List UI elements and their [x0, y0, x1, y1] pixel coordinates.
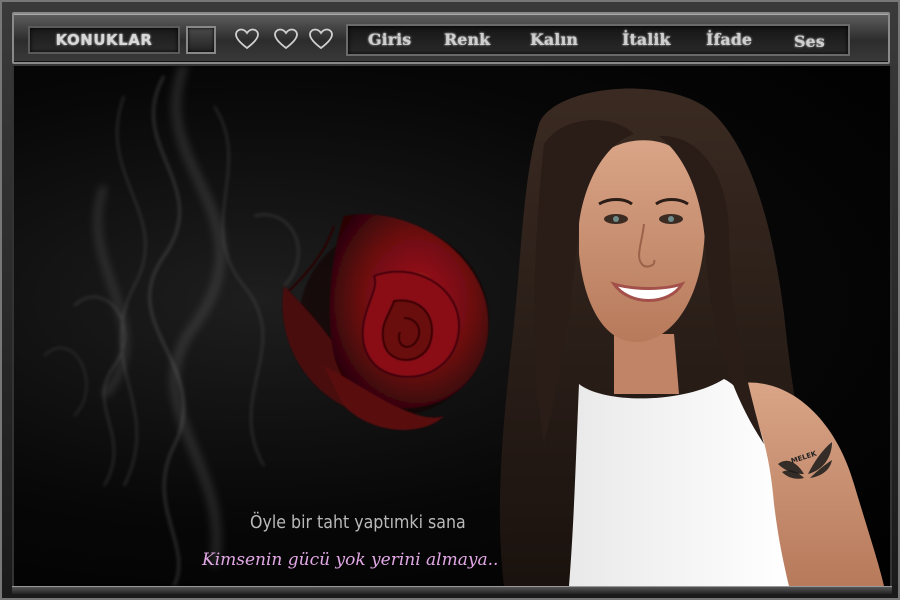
nav-item-italik[interactable]: İtalik: [622, 30, 670, 52]
watermark-text: MELEK: [790, 449, 818, 465]
heart-icon[interactable]: [308, 27, 334, 51]
nav-item-renk[interactable]: Renk: [444, 30, 490, 52]
nav-item-kalin[interactable]: Kalın: [530, 30, 578, 52]
nav-item-ses[interactable]: Ses: [794, 32, 825, 54]
page-title-text: KONUKLAR: [55, 31, 153, 49]
caption-line-2: Kimsenin gücü yok yerini almaya..: [202, 550, 499, 570]
nav-menu: Giris Renk Kalın İtalik İfade Ses: [346, 24, 850, 56]
main-stage: Öyle bir taht yaptımki sana Kimsenin güc…: [12, 66, 892, 586]
square-button[interactable]: [186, 26, 216, 54]
heart-icon[interactable]: [273, 27, 299, 51]
window-frame: KONUKLAR Giris Renk Kalın İtalik İfade S…: [0, 0, 900, 600]
wings-watermark-icon: MELEK: [778, 442, 832, 479]
page-title: KONUKLAR: [28, 26, 180, 54]
portrait-image: [499, 88, 884, 586]
top-toolbar: KONUKLAR Giris Renk Kalın İtalik İfade S…: [12, 12, 890, 64]
heart-icon[interactable]: [234, 27, 260, 51]
nav-item-ifade[interactable]: İfade: [706, 30, 752, 52]
caption-line-1: Öyle bir taht yaptımki sana: [250, 512, 466, 533]
rose-image: [282, 214, 489, 430]
nav-item-giris[interactable]: Giris: [368, 30, 411, 52]
bottom-bar: [12, 586, 892, 594]
